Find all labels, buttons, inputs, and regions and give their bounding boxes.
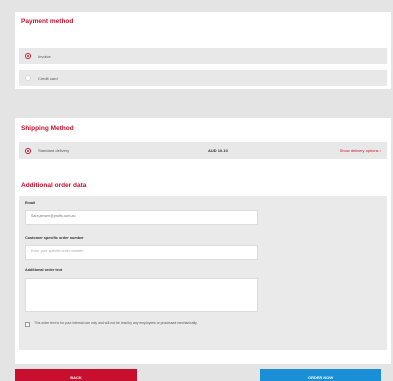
additional-order-title: Additional order data <box>21 182 87 189</box>
email-field[interactable]: Sara.jensen@proffs.com.au <box>25 210 258 225</box>
order-number-input[interactable]: Enter your specific order number <box>25 245 258 260</box>
shipping-method-name: Standard delivery <box>38 148 70 153</box>
disclaimer-row: This order text is for your internal use… <box>25 321 270 327</box>
checkbox-icon[interactable] <box>25 322 30 327</box>
additional-order-form: Email Sara.jensen@proffs.com.au Customer… <box>19 196 387 350</box>
email-label: Email <box>25 201 36 205</box>
shipping-order-card: Shipping Method Standard delivery AUD 10… <box>15 118 391 381</box>
radio-checked-icon[interactable] <box>25 53 31 59</box>
shipping-price: AUD 10.10 <box>208 148 228 153</box>
payment-method-card: Payment method Invoice Credit card <box>15 12 391 89</box>
radio-unchecked-icon[interactable] <box>25 75 31 81</box>
shipping-option-row[interactable]: Standard delivery AUD 10.10 Show deliver… <box>19 142 387 159</box>
additional-text-area[interactable] <box>25 278 258 312</box>
radio-checked-icon[interactable] <box>25 147 31 154</box>
additional-text-label: Additional order text <box>25 268 63 272</box>
order-now-button[interactable]: ORDER NOW <box>260 369 381 381</box>
payment-option-invoice[interactable]: Invoice <box>19 48 387 64</box>
payment-option-label: Invoice <box>38 53 51 59</box>
payment-option-label: Credit card <box>38 75 58 81</box>
payment-method-title: Payment method <box>21 18 74 25</box>
shipping-method-title: Shipping Method <box>21 125 74 132</box>
order-number-label: Customer specific order number <box>25 236 84 240</box>
payment-option-credit-card[interactable]: Credit card <box>19 70 387 86</box>
show-delivery-options-link[interactable]: Show delivery options › <box>340 148 381 153</box>
disclaimer-text: This order text is for your internal use… <box>34 321 198 325</box>
back-button[interactable]: BACK <box>15 369 137 381</box>
